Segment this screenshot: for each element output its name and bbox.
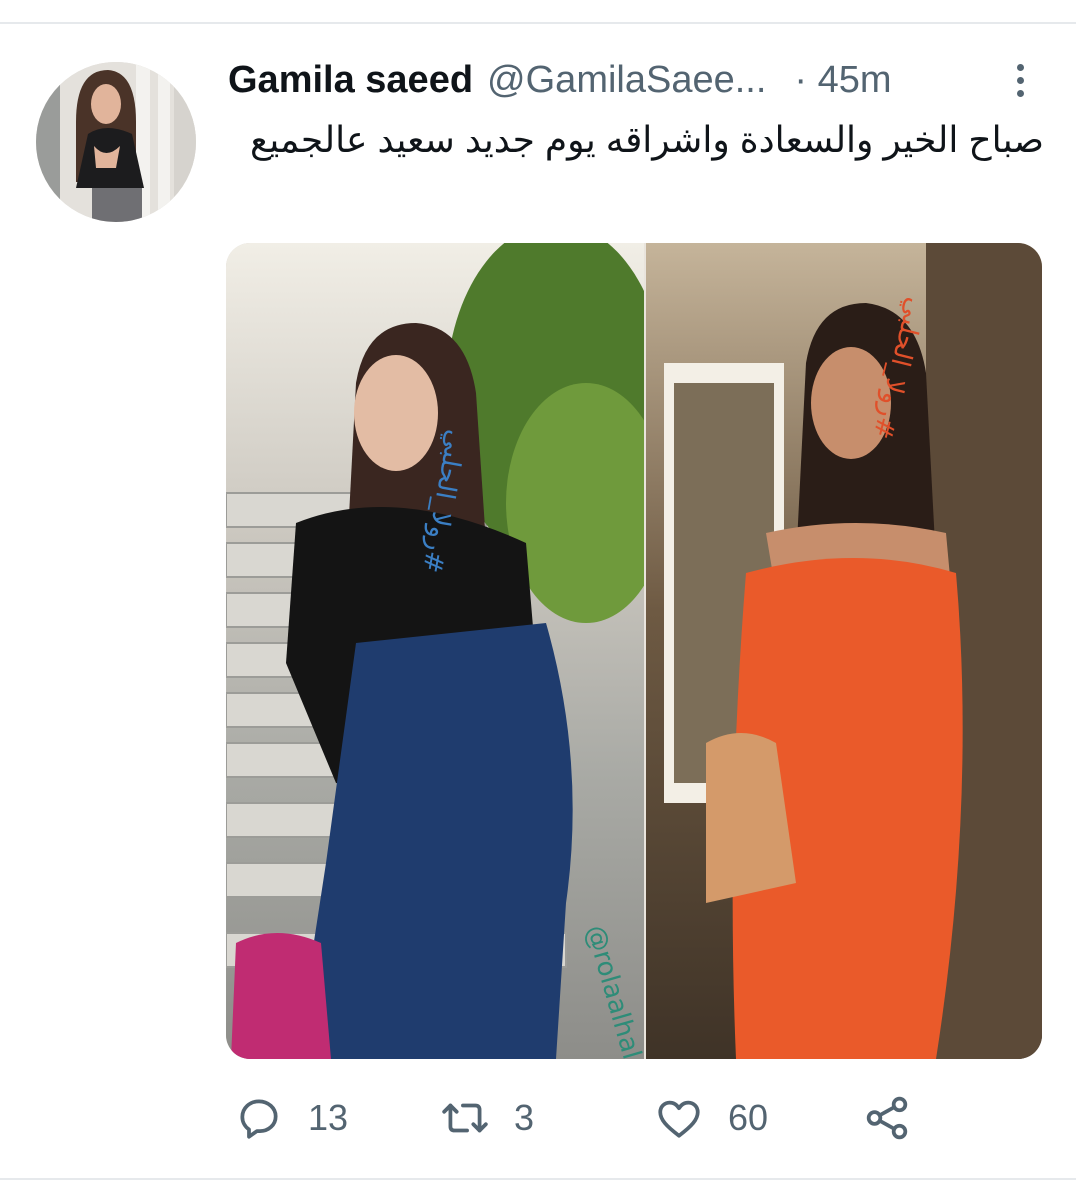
like-button[interactable]: 60 <box>654 1090 768 1146</box>
tweet-text: صباح الخير والسعادة واشراقه يوم جديد سعي… <box>250 119 1044 160</box>
retweet-button[interactable]: 3 <box>440 1090 534 1146</box>
tweet-media[interactable]: @rolaalhalaby #رولا_الحلبي #رولا_الحلبي <box>226 243 1042 1059</box>
display-name[interactable]: Gamila saeed <box>228 59 473 102</box>
heart-icon <box>658 1100 700 1138</box>
avatar-photo <box>36 62 196 222</box>
retweet-count: 3 <box>514 1097 535 1138</box>
retweet-icon <box>442 1103 488 1133</box>
timestamp[interactable]: · 45m <box>794 59 891 102</box>
avatar[interactable] <box>36 62 196 222</box>
tweet-actions: 13 3 60 <box>228 1090 948 1146</box>
share-button[interactable] <box>862 1090 912 1146</box>
like-count: 60 <box>728 1097 769 1138</box>
tweet-header: Gamila saeed @GamilaSaee... · 45m <box>228 56 1048 104</box>
bottom-divider <box>0 1178 1076 1202</box>
photo-right <box>646 243 1042 1059</box>
reply-count: 13 <box>308 1097 349 1138</box>
top-divider <box>0 0 1076 24</box>
share-icon <box>866 1096 908 1140</box>
more-vertical-icon[interactable] <box>1006 58 1034 102</box>
user-handle[interactable]: @GamilaSaee... <box>487 59 766 102</box>
reply-icon <box>240 1099 278 1139</box>
reply-button[interactable]: 13 <box>234 1090 348 1146</box>
